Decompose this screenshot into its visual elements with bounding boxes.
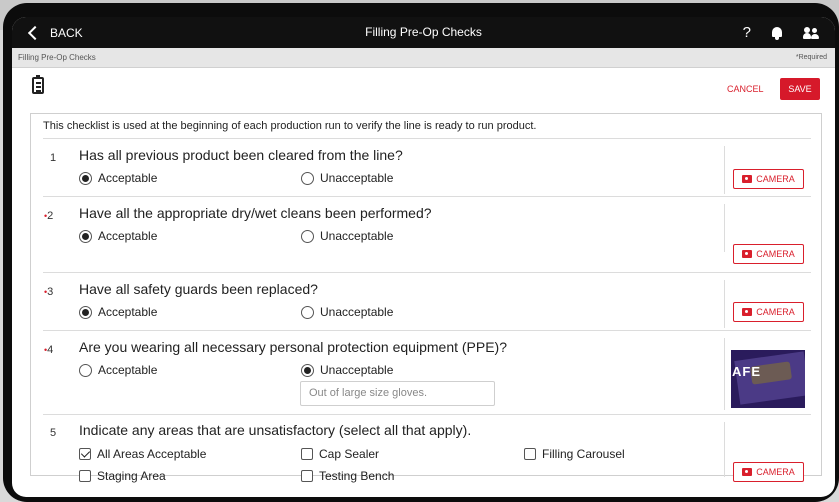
clipboard-icon xyxy=(32,75,44,94)
question-text: Indicate any areas that are unsatisfacto… xyxy=(79,422,472,438)
camera-button[interactable]: CAMERA xyxy=(733,244,804,264)
radio-selected[interactable] xyxy=(79,171,92,185)
checkbox-unchecked[interactable] xyxy=(301,470,313,482)
users-icon[interactable] xyxy=(803,26,819,40)
radio-unselected[interactable] xyxy=(301,305,314,319)
sub-header: Filling Pre-Op Checks *Required xyxy=(12,48,835,68)
radio-unselected[interactable] xyxy=(301,229,314,243)
divider xyxy=(43,414,811,415)
radio-selected[interactable] xyxy=(79,305,92,319)
bell-icon[interactable] xyxy=(771,26,783,40)
checkbox-filling-carousel[interactable]: Filling Carousel xyxy=(524,447,625,461)
question-number: •2 xyxy=(44,210,54,222)
checkbox-unchecked[interactable] xyxy=(524,448,536,460)
checklist-intro: This checklist is used at the beginning … xyxy=(43,120,537,132)
radio-unselected[interactable] xyxy=(301,171,314,185)
q4-option-unacceptable[interactable]: Unacceptable xyxy=(301,363,393,377)
radio-selected[interactable] xyxy=(79,229,92,243)
question-text: Have all the appropriate dry/wet cleans … xyxy=(79,205,432,221)
column-divider xyxy=(724,204,725,252)
photo-thumbnail[interactable]: AFE xyxy=(731,350,805,408)
page-title: Filling Pre-Op Checks xyxy=(365,25,482,39)
q2-option-unacceptable[interactable]: Unacceptable xyxy=(301,229,393,243)
divider xyxy=(43,272,811,273)
breadcrumb: Filling Pre-Op Checks xyxy=(18,53,96,62)
q1-option-unacceptable[interactable]: Unacceptable xyxy=(301,171,393,185)
help-icon[interactable]: ? xyxy=(743,24,751,41)
question-text: Have all safety guards been replaced? xyxy=(79,281,318,297)
checkbox-testing-bench[interactable]: Testing Bench xyxy=(301,469,394,483)
checkbox-checked[interactable] xyxy=(79,448,91,460)
photo-text: AFE xyxy=(732,364,761,379)
question-number: •3 xyxy=(44,286,54,298)
form-toolbar: CANCEL SAVE xyxy=(12,68,835,110)
radio-unselected[interactable] xyxy=(79,363,92,377)
divider xyxy=(43,196,811,197)
checklist-card: This checklist is used at the beginning … xyxy=(30,113,822,483)
comment-field[interactable]: Out of large size gloves. xyxy=(300,381,495,406)
camera-button[interactable]: CAMERA xyxy=(733,302,804,322)
checkbox-unchecked[interactable] xyxy=(301,448,313,460)
q1-option-acceptable[interactable]: Acceptable xyxy=(79,171,157,185)
q2-option-acceptable[interactable]: Acceptable xyxy=(79,229,157,243)
required-note: *Required xyxy=(795,54,827,61)
radio-selected[interactable] xyxy=(301,363,314,377)
column-divider xyxy=(724,338,725,410)
q3-option-unacceptable[interactable]: Unacceptable xyxy=(301,305,393,319)
top-icons: ? xyxy=(743,17,819,48)
column-divider xyxy=(724,280,725,328)
camera-icon xyxy=(742,250,753,258)
question-number: 1 xyxy=(50,152,57,164)
save-button[interactable]: SAVE xyxy=(780,78,820,100)
cancel-button[interactable]: CANCEL xyxy=(727,84,764,94)
question-number: •4 xyxy=(44,344,54,356)
checkbox-all-areas-acceptable[interactable]: All Areas Acceptable xyxy=(79,447,206,461)
column-divider xyxy=(724,146,725,194)
q4-option-acceptable[interactable]: Acceptable xyxy=(79,363,157,377)
checkbox-cap-sealer[interactable]: Cap Sealer xyxy=(301,447,379,461)
camera-button[interactable]: CAMERA xyxy=(733,169,804,189)
app-screen: BACK Filling Pre-Op Checks ? Filling Pre… xyxy=(12,17,835,497)
checkbox-staging-area[interactable]: Staging Area xyxy=(79,469,166,483)
column-divider xyxy=(724,422,725,477)
checkbox-unchecked[interactable] xyxy=(79,470,91,482)
camera-button[interactable]: CAMERA xyxy=(733,462,804,482)
camera-icon xyxy=(742,468,753,476)
camera-icon xyxy=(742,308,753,316)
camera-icon xyxy=(742,175,753,183)
q3-option-acceptable[interactable]: Acceptable xyxy=(79,305,157,319)
divider xyxy=(43,138,811,139)
question-number: 5 xyxy=(50,427,57,439)
top-bar: BACK Filling Pre-Op Checks ? xyxy=(12,17,835,48)
question-text: Are you wearing all necessary personal p… xyxy=(79,339,508,355)
divider xyxy=(43,330,811,331)
question-text: Has all previous product been cleared fr… xyxy=(79,147,403,163)
